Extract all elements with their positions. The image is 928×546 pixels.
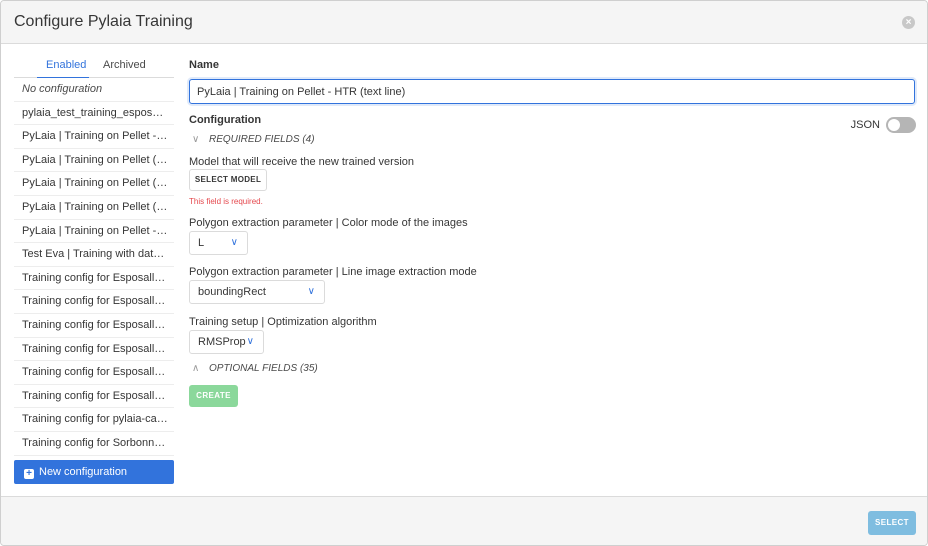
color-mode-select[interactable]: L ∨ — [189, 231, 248, 255]
configuration-label: Configuration — [189, 114, 262, 126]
chevron-down-icon: ∨ — [192, 134, 200, 145]
chevron-down-icon: ∨ — [230, 237, 238, 248]
select-model-button[interactable]: SELECT MODEL — [189, 169, 267, 191]
list-item[interactable]: Training config for Esposalles… — [14, 290, 174, 314]
list-item[interactable]: pylaia_test_training_esposalle… — [14, 102, 174, 126]
json-label: JSON — [850, 119, 880, 131]
color-mode-label: Polygon extraction parameter | Color mod… — [189, 217, 468, 229]
line-mode-select[interactable]: boundingRect ∨ — [189, 280, 325, 304]
select-button[interactable]: SELECT — [868, 511, 916, 535]
create-button[interactable]: CREATE — [189, 385, 238, 407]
model-field-label: Model that will receive the new trained … — [189, 156, 415, 168]
color-mode-value: L — [198, 237, 205, 249]
list-item[interactable]: Training config for Esposalle… — [14, 267, 174, 291]
line-mode-label: Polygon extraction parameter | Line imag… — [189, 266, 477, 278]
modal-header: Configure Pylaia Training × — [1, 1, 927, 44]
tab-archived[interactable]: Archived — [103, 59, 146, 71]
active-tab-indicator — [37, 77, 89, 78]
close-icon[interactable]: × — [902, 16, 915, 29]
list-item[interactable]: Training config for pylaia-cas… — [14, 408, 174, 432]
list-item[interactable]: Training config for Esposalles… — [14, 338, 174, 362]
name-label: Name — [189, 59, 219, 71]
plus-square-icon: + — [24, 469, 34, 479]
list-item[interactable]: PyLaia | Training on Pellet (d… — [14, 172, 174, 196]
required-fields-label: REQUIRED FIELDS (4) — [209, 134, 315, 145]
configuration-list: No configuration pylaia_test_training_es… — [14, 78, 174, 456]
tab-enabled[interactable]: Enabled — [46, 59, 86, 71]
model-error-text: This field is required. — [189, 197, 263, 206]
sidebar-tabs: Enabled Archived — [14, 55, 174, 78]
line-mode-value: boundingRect — [198, 286, 266, 298]
list-item[interactable]: PyLaia | Training on Pellet (d… — [14, 149, 174, 173]
list-item[interactable]: Test Eva | Training with datas… — [14, 243, 174, 267]
list-item[interactable]: Training config for Esposalles… — [14, 361, 174, 385]
list-item[interactable]: PyLaia | Training on Pellet (d… — [14, 196, 174, 220]
optimizer-value: RMSProp — [198, 336, 246, 348]
list-item[interactable]: PyLaia | Training on Pellet - … — [14, 220, 174, 244]
optional-fields-label: OPTIONAL FIELDS (35) — [209, 363, 318, 374]
configure-training-modal: Configure Pylaia Training × Enabled Arch… — [0, 0, 928, 546]
chevron-down-icon: ∨ — [307, 286, 315, 297]
modal-title: Configure Pylaia Training — [14, 13, 193, 30]
required-fields-toggle[interactable]: ∨ REQUIRED FIELDS (4) — [192, 134, 315, 145]
new-configuration-label: New configuration — [39, 466, 128, 478]
chevron-down-icon: ∨ — [246, 336, 254, 347]
optimizer-select[interactable]: RMSProp ∨ — [189, 330, 264, 354]
modal-footer: SELECT — [1, 496, 927, 545]
optimizer-label: Training setup | Optimization algorithm — [189, 316, 377, 328]
name-input[interactable] — [189, 79, 915, 104]
toggle-knob — [888, 119, 900, 131]
list-item[interactable]: Training config for Esposalles… — [14, 385, 174, 409]
configuration-sidebar: Enabled Archived No configuration pylaia… — [14, 55, 174, 484]
list-item[interactable]: PyLaia | Training on Pellet - … — [14, 125, 174, 149]
list-item[interactable]: Training config for Sorbonne I… — [14, 432, 174, 456]
new-configuration-button[interactable]: + New configuration — [14, 460, 174, 484]
optional-fields-toggle[interactable]: ∧ OPTIONAL FIELDS (35) — [192, 363, 318, 374]
json-toggle[interactable] — [886, 117, 916, 133]
list-item[interactable]: Training config for Esposalles… — [14, 314, 174, 338]
list-item-no-configuration[interactable]: No configuration — [14, 78, 174, 102]
chevron-up-icon: ∧ — [192, 363, 200, 374]
